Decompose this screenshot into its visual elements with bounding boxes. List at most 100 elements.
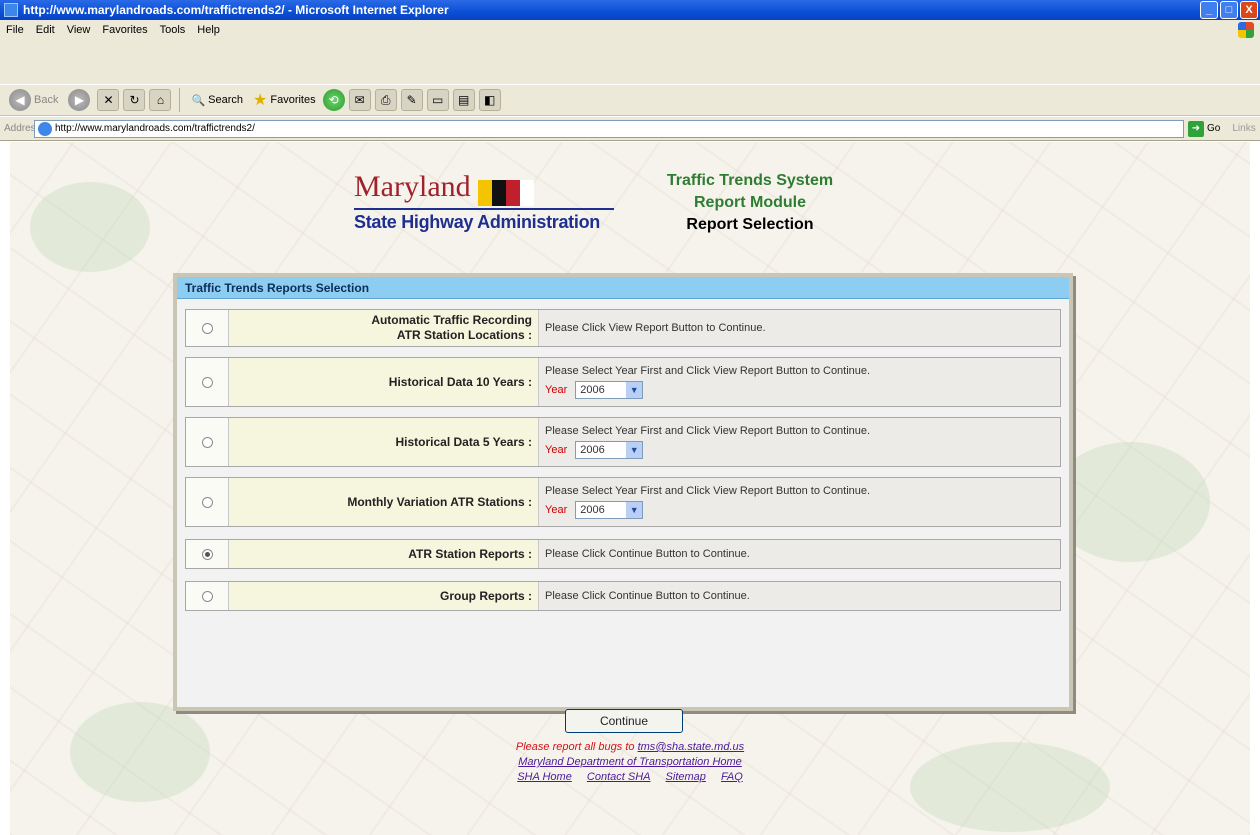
refresh-icon[interactable]: ↻ bbox=[123, 89, 146, 111]
radio-historical-5[interactable] bbox=[201, 436, 213, 448]
year-value: 2006 bbox=[580, 504, 605, 516]
go-label: Go bbox=[1207, 123, 1221, 134]
option-row-atr-locations: Automatic Traffic Recording ATR Station … bbox=[185, 309, 1061, 347]
bug-report-line: Please report all bugs to tms@sha.state.… bbox=[10, 740, 1250, 755]
close-button[interactable]: X bbox=[1240, 1, 1258, 19]
title-line-3: Report Selection bbox=[686, 216, 814, 233]
year-select[interactable]: 2006 ▼ bbox=[575, 381, 644, 399]
go-button[interactable]: ➜ Go bbox=[1188, 120, 1221, 137]
chevron-down-icon: ▼ bbox=[626, 442, 643, 458]
option-row-group-reports: Group Reports : Please Click Continue Bu… bbox=[185, 581, 1061, 611]
bug-email-link[interactable]: tms@sha.state.md.us bbox=[638, 741, 745, 753]
messenger-icon[interactable]: ◧ bbox=[478, 89, 501, 111]
option-desc-text: Please Select Year First and Click View … bbox=[545, 365, 871, 377]
menu-file[interactable]: File bbox=[0, 24, 30, 36]
option-row-atr-station-reports: ATR Station Reports : Please Click Conti… bbox=[185, 539, 1061, 569]
option-label: Historical Data 5 Years : bbox=[229, 418, 539, 466]
history-icon[interactable]: ⟲ bbox=[322, 89, 345, 111]
menu-favorites[interactable]: Favorites bbox=[96, 24, 153, 36]
sitemap-link[interactable]: Sitemap bbox=[666, 771, 706, 783]
address-bar: Address http://www.marylandroads.com/tra… bbox=[0, 117, 1260, 141]
radio-selected-dot bbox=[204, 551, 210, 557]
favorites-label: Favorites bbox=[270, 94, 316, 106]
search-icon: 🔍 bbox=[191, 94, 206, 107]
links-label[interactable]: Links bbox=[1232, 123, 1255, 134]
map-decoration bbox=[1050, 442, 1210, 562]
system-title: Traffic Trends System Report Module Repo… bbox=[650, 170, 850, 236]
radio-cell bbox=[186, 310, 229, 346]
menu-bar: File Edit View Favorites Tools Help bbox=[0, 20, 1260, 40]
edit-icon[interactable]: ✎ bbox=[400, 89, 423, 111]
footer-links: SHA Home Contact SHA Sitemap FAQ bbox=[10, 770, 1250, 785]
radio-monthly-variation[interactable] bbox=[201, 496, 213, 508]
go-arrow-icon: ➜ bbox=[1188, 120, 1204, 137]
windows-logo-icon bbox=[1238, 22, 1254, 38]
faq-link[interactable]: FAQ bbox=[721, 771, 743, 783]
radio-cell bbox=[186, 478, 229, 526]
maryland-flag-icon bbox=[477, 179, 534, 206]
option-description: Please Click View Report Button to Conti… bbox=[539, 310, 1060, 346]
forward-button[interactable]: ▶ bbox=[65, 89, 93, 111]
back-button[interactable]: ◀ Back bbox=[6, 89, 61, 111]
mdot-home-link[interactable]: Maryland Department of Transportation Ho… bbox=[518, 756, 742, 768]
favorites-button[interactable]: ★ Favorites bbox=[250, 90, 319, 110]
print-icon[interactable]: ⎙ bbox=[374, 89, 397, 111]
map-decoration bbox=[30, 182, 150, 272]
option-label: Historical Data 10 Years : bbox=[229, 358, 539, 406]
radio-atr-station-reports[interactable] bbox=[201, 548, 213, 560]
radio-cell bbox=[186, 358, 229, 406]
search-button[interactable]: 🔍 Search bbox=[188, 94, 246, 107]
year-select[interactable]: 2006 ▼ bbox=[575, 501, 644, 519]
window-titlebar: http://www.marylandroads.com/traffictren… bbox=[0, 0, 1260, 20]
option-desc-text: Please Click Continue Button to Continue… bbox=[545, 590, 750, 602]
address-input[interactable]: http://www.marylandroads.com/traffictren… bbox=[34, 119, 1184, 138]
menu-edit[interactable]: Edit bbox=[30, 24, 61, 36]
option-desc-text: Please Select Year First and Click View … bbox=[545, 485, 871, 497]
back-arrow-icon: ◀ bbox=[9, 89, 31, 111]
menu-view[interactable]: View bbox=[61, 24, 97, 36]
year-select[interactable]: 2006 ▼ bbox=[575, 441, 644, 459]
page-content: Maryland State Highway Administration Tr… bbox=[10, 142, 1250, 835]
maximize-button[interactable]: □ bbox=[1220, 1, 1238, 19]
radio-atr-locations[interactable] bbox=[201, 322, 213, 334]
folder-icon[interactable]: ▭ bbox=[426, 89, 449, 111]
panel-header: Traffic Trends Reports Selection bbox=[177, 277, 1069, 299]
back-label: Back bbox=[34, 94, 59, 106]
year-label: Year bbox=[545, 504, 568, 516]
radio-cell bbox=[186, 418, 229, 466]
toolbar: ◀ Back ▶ ✕ ↻ ⌂ 🔍 Search ★ Favorites ⟲ ✉ … bbox=[0, 84, 1260, 116]
year-row: Year 2006 ▼ bbox=[545, 381, 1054, 399]
option-description: Please Select Year First and Click View … bbox=[539, 358, 1060, 406]
mail-icon[interactable]: ✉ bbox=[348, 89, 371, 111]
search-label: Search bbox=[208, 94, 244, 106]
menu-help[interactable]: Help bbox=[191, 24, 226, 36]
research-icon[interactable]: ▤ bbox=[452, 89, 475, 111]
bug-report-text: Please report all bugs to bbox=[515, 741, 635, 753]
toolbar-separator bbox=[179, 88, 181, 112]
minimize-button[interactable]: _ bbox=[1200, 1, 1218, 19]
year-row: Year 2006 ▼ bbox=[545, 501, 1054, 519]
logo-maryland: Maryland bbox=[354, 170, 471, 203]
year-label: Year bbox=[545, 444, 568, 456]
star-icon: ★ bbox=[253, 92, 268, 109]
option-label: ATR Station Reports : bbox=[229, 540, 539, 568]
home-icon[interactable]: ⌂ bbox=[149, 89, 172, 111]
option-label-line-2: ATR Station Locations : bbox=[396, 328, 532, 342]
sha-home-link[interactable]: SHA Home bbox=[517, 771, 572, 783]
option-desc-text: Please Click Continue Button to Continue… bbox=[545, 548, 750, 560]
option-label: Monthly Variation ATR Stations : bbox=[229, 478, 539, 526]
forward-arrow-icon: ▶ bbox=[68, 89, 91, 111]
chevron-down-icon: ▼ bbox=[626, 502, 643, 518]
stop-icon[interactable]: ✕ bbox=[97, 89, 120, 111]
year-value: 2006 bbox=[580, 444, 605, 456]
radio-cell bbox=[186, 582, 229, 610]
contact-sha-link[interactable]: Contact SHA bbox=[587, 771, 651, 783]
menu-tools[interactable]: Tools bbox=[154, 24, 192, 36]
title-line-2: Report Module bbox=[694, 194, 806, 211]
year-value: 2006 bbox=[580, 384, 605, 396]
continue-button[interactable]: Continue bbox=[565, 709, 683, 733]
radio-historical-10[interactable] bbox=[201, 376, 213, 388]
option-description: Please Select Year First and Click View … bbox=[539, 418, 1060, 466]
report-selection-panel: Traffic Trends Reports Selection Automat… bbox=[173, 273, 1073, 711]
radio-group-reports[interactable] bbox=[201, 590, 213, 602]
